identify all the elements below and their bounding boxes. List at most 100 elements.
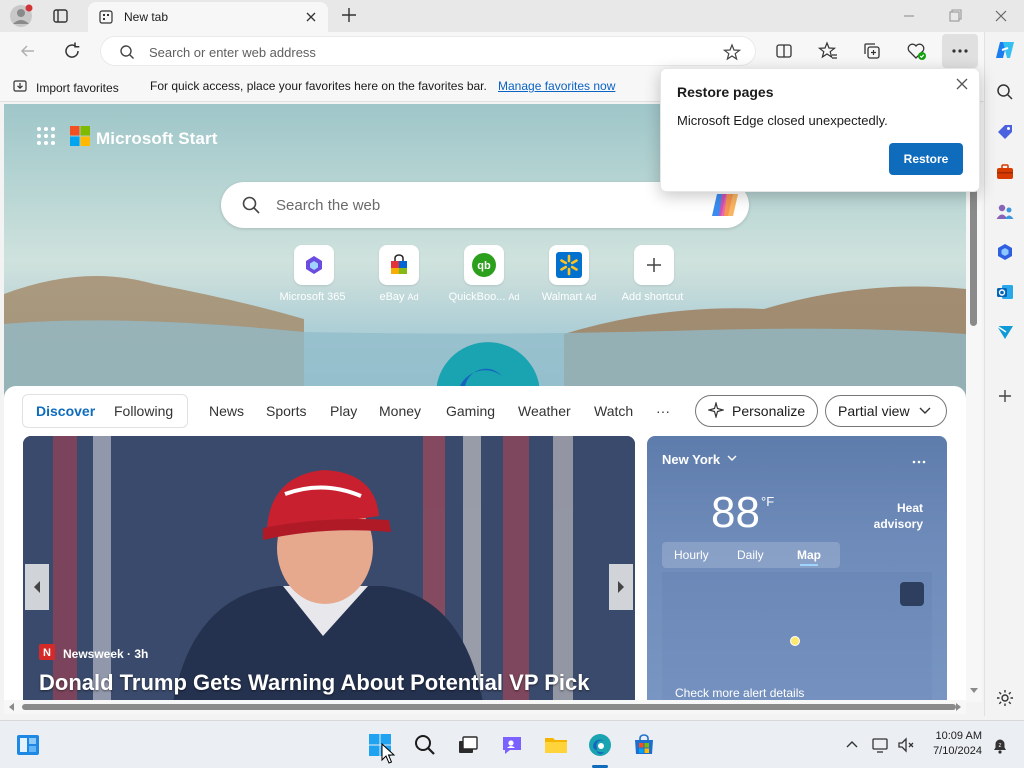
- horizontal-scroll-thumb[interactable]: [22, 704, 956, 710]
- tab-following[interactable]: Following: [114, 403, 173, 419]
- alert-details-link[interactable]: Check more alert details: [675, 686, 804, 700]
- more-tabs-button[interactable]: ···: [656, 403, 670, 419]
- volume-muted-icon[interactable]: [890, 729, 922, 761]
- title-bar: New tab: [0, 0, 1024, 32]
- restore-window-button[interactable]: [944, 6, 966, 26]
- new-tab-page: Microsoft Start Search the web Microsoft…: [4, 104, 966, 702]
- new-tab-button[interactable]: [338, 4, 360, 26]
- address-placeholder: Search or enter web address: [149, 45, 316, 60]
- weather-alert[interactable]: Heat advisory: [874, 500, 923, 532]
- microsoft-start-brand[interactable]: Microsoft Start: [96, 129, 217, 149]
- tab-money[interactable]: Money: [379, 403, 421, 419]
- tab-daily[interactable]: Daily: [737, 548, 764, 562]
- personalize-button[interactable]: Personalize: [695, 395, 819, 427]
- tab-title: New tab: [124, 10, 169, 24]
- edge-sidebar: [984, 32, 1024, 716]
- shortcut-label: Walmart: [541, 291, 583, 303]
- microsoft365-icon: [294, 245, 334, 285]
- chat-icon[interactable]: [496, 729, 528, 761]
- manage-favorites-link[interactable]: Manage favorites now: [498, 79, 615, 93]
- sparkle-icon: [706, 400, 726, 421]
- sidebar-search-icon[interactable]: [993, 80, 1017, 104]
- shortcut-label: Microsoft 365: [279, 291, 346, 303]
- shortcut-walmart[interactable]: Walmart Ad: [529, 245, 609, 303]
- widgets-icon[interactable]: [12, 729, 44, 761]
- add-shortcut-button[interactable]: Add shortcut: [614, 245, 694, 303]
- svg-text:qb: qb: [477, 260, 491, 272]
- games-icon[interactable]: [993, 200, 1017, 224]
- add-favorite-icon[interactable]: [722, 43, 742, 66]
- tab-discover[interactable]: Discover: [36, 403, 95, 419]
- microsoft-logo-icon: [70, 126, 90, 151]
- copilot-icon[interactable]: [993, 38, 1017, 62]
- tab-watch[interactable]: Watch: [594, 403, 633, 419]
- previous-story-button[interactable]: [25, 564, 49, 610]
- collections-icon[interactable]: [860, 39, 884, 63]
- tab-play[interactable]: Play: [330, 403, 357, 419]
- tab-sports[interactable]: Sports: [266, 403, 306, 419]
- tab-new-tab[interactable]: New tab: [88, 2, 328, 32]
- horizontal-scrollbar[interactable]: [4, 700, 966, 714]
- edge-browser-icon[interactable]: [584, 729, 616, 761]
- microsoft-store-icon[interactable]: [628, 729, 660, 761]
- file-explorer-icon[interactable]: [540, 729, 572, 761]
- chevron-down-icon: [726, 452, 738, 467]
- close-icon[interactable]: [953, 75, 971, 93]
- copilot-icon[interactable]: [709, 190, 741, 225]
- weather-card[interactable]: New York 88 °F Heat advisory Hourly Dail…: [647, 436, 947, 702]
- tab-actions-icon[interactable]: [46, 4, 74, 28]
- refresh-button[interactable]: [60, 39, 84, 63]
- newsweek-logo-icon: N: [39, 644, 55, 663]
- system-clock[interactable]: 10:09 AM 7/10/2024: [922, 729, 982, 759]
- clock-date: 7/10/2024: [933, 745, 982, 757]
- news-source-label: Newsweek · 3h: [63, 646, 149, 661]
- outlook-icon[interactable]: [993, 280, 1017, 304]
- microsoft365-icon[interactable]: [993, 240, 1017, 264]
- tab-news[interactable]: News: [209, 403, 244, 419]
- shopping-icon[interactable]: [993, 120, 1017, 144]
- minimize-button[interactable]: [898, 6, 920, 26]
- back-button[interactable]: [16, 39, 40, 63]
- weather-location[interactable]: New York: [662, 452, 738, 467]
- sidebar-settings-icon[interactable]: [993, 686, 1017, 710]
- search-icon[interactable]: [409, 729, 441, 761]
- split-screen-icon[interactable]: [772, 39, 796, 63]
- close-window-button[interactable]: [990, 6, 1012, 26]
- vertical-scrollbar[interactable]: [966, 104, 982, 702]
- task-view-icon[interactable]: [452, 729, 484, 761]
- feed-navigation: Discover Following News Sports Play Mone…: [4, 386, 966, 436]
- favorites-bar-message: For quick access, place your favorites h…: [150, 79, 487, 93]
- svg-text:z: z: [999, 743, 1002, 749]
- shortcut-ebay[interactable]: eBay Ad: [359, 245, 439, 303]
- shortcut-microsoft-365[interactable]: Microsoft 365: [274, 245, 354, 303]
- profile-icon[interactable]: [8, 3, 34, 29]
- send-icon[interactable]: [993, 320, 1017, 344]
- next-story-button[interactable]: [609, 564, 633, 610]
- weather-map[interactable]: [662, 572, 932, 702]
- favorites-icon[interactable]: [816, 39, 840, 63]
- add-sidebar-app-icon[interactable]: [993, 384, 1017, 408]
- weather-more-icon[interactable]: [911, 452, 927, 470]
- tab-gaming[interactable]: Gaming: [446, 403, 495, 419]
- map-layers-icon[interactable]: [900, 582, 924, 606]
- chevron-down-icon: [918, 403, 932, 420]
- close-tab-icon[interactable]: [302, 8, 320, 26]
- restore-button[interactable]: Restore: [889, 143, 963, 175]
- tab-map[interactable]: Map: [797, 548, 821, 562]
- import-favorites-button[interactable]: Import favorites: [12, 78, 119, 97]
- view-mode-dropdown[interactable]: Partial view: [825, 395, 947, 427]
- address-bar[interactable]: Search or enter web address: [100, 36, 756, 66]
- news-card[interactable]: N Newsweek · 3h Donald Trump Gets Warnin…: [23, 436, 635, 702]
- news-headline[interactable]: Donald Trump Gets Warning About Potentia…: [39, 670, 589, 696]
- shortcut-quickbooks[interactable]: qb QuickBoo... Ad: [444, 245, 524, 303]
- settings-and-more-button[interactable]: [942, 34, 978, 68]
- search-icon: [119, 44, 135, 65]
- tools-icon[interactable]: [993, 160, 1017, 184]
- app-launcher-icon[interactable]: [36, 126, 56, 151]
- mouse-cursor-icon: [380, 743, 396, 765]
- weather-temperature: 88: [711, 488, 760, 537]
- notifications-icon[interactable]: z: [984, 729, 1016, 761]
- tab-hourly[interactable]: Hourly: [674, 548, 709, 562]
- tab-weather[interactable]: Weather: [518, 403, 571, 419]
- browser-essentials-icon[interactable]: [904, 39, 928, 63]
